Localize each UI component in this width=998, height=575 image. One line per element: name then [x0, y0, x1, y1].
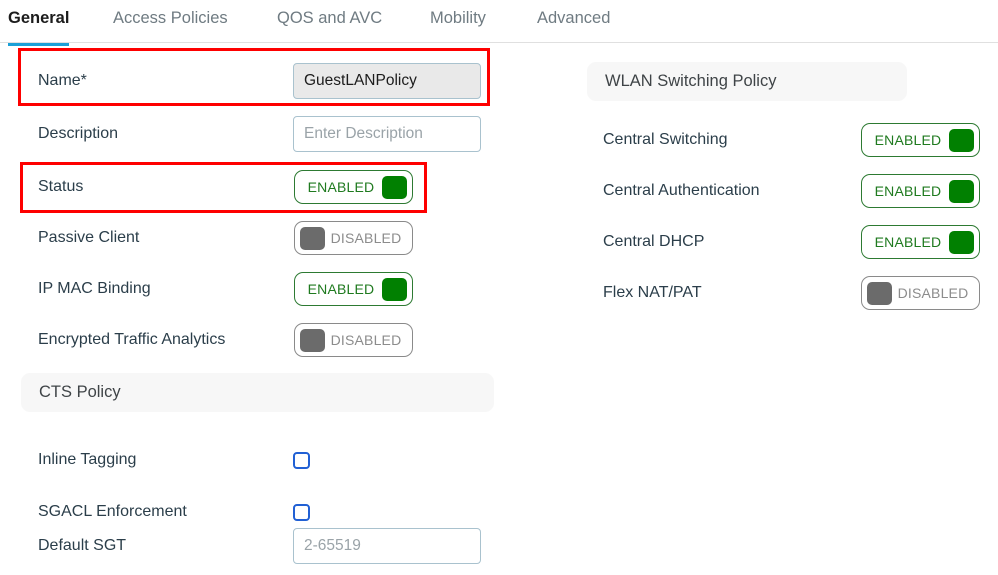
form-row-inline-tagging: Inline Tagging: [38, 435, 438, 485]
tab-access-policies[interactable]: Access Policies: [113, 9, 228, 38]
default-sgt-label: Default SGT: [38, 537, 127, 554]
encrypted-traffic-analytics-toggle-label: DISABLED: [330, 332, 402, 348]
inline-tagging-checkbox-wrap: [293, 451, 310, 469]
form-row-central-dhcp: Central DHCP ENABLED: [603, 217, 993, 267]
central-dhcp-toggle-knob: [949, 230, 974, 254]
sgacl-enforcement-checkbox-wrap: [293, 503, 310, 521]
description-label: Description: [38, 125, 119, 142]
encrypted-traffic-analytics-toggle[interactable]: DISABLED: [294, 323, 413, 357]
flex-nat-pat-toggle[interactable]: DISABLED: [861, 276, 980, 310]
form-row-description: Description: [38, 109, 490, 159]
tab-mobility[interactable]: Mobility: [430, 9, 486, 38]
general-settings-left-column: Name* Description Status ENABLED Passive…: [0, 43, 520, 575]
form-row-default-sgt: Default SGT: [38, 521, 490, 571]
tab-access-policies-label: Access Policies: [113, 9, 228, 27]
tab-qos-and-avc-label: QOS and AVC: [277, 9, 383, 27]
status-toggle-wrap: ENABLED: [294, 170, 413, 204]
central-dhcp-label: Central DHCP: [603, 233, 705, 250]
status-toggle[interactable]: ENABLED: [294, 170, 413, 204]
flex-nat-pat-toggle-wrap: DISABLED: [861, 276, 980, 310]
encrypted-traffic-analytics-toggle-wrap: DISABLED: [294, 323, 413, 357]
description-input-wrap: [293, 116, 481, 152]
form-row-ip-mac-binding: IP MAC Binding ENABLED: [38, 264, 438, 314]
name-input[interactable]: [293, 63, 481, 99]
ip-mac-binding-toggle-knob: [382, 277, 407, 301]
tab-mobility-label: Mobility: [430, 9, 486, 27]
passive-client-label: Passive Client: [38, 229, 140, 246]
sgacl-enforcement-checkbox[interactable]: [293, 503, 310, 521]
tab-general-label: General: [8, 9, 70, 27]
form-row-central-switching: Central Switching ENABLED: [603, 115, 993, 165]
tab-qos-and-avc[interactable]: QOS and AVC: [277, 9, 382, 38]
ip-mac-binding-label: IP MAC Binding: [38, 280, 151, 297]
form-row-status: Status ENABLED: [38, 162, 438, 212]
form-row-flex-nat-pat: Flex NAT/PAT DISABLED: [603, 268, 993, 318]
central-dhcp-toggle-label: ENABLED: [874, 234, 942, 250]
passive-client-toggle[interactable]: DISABLED: [294, 221, 413, 255]
ip-mac-binding-toggle-label: ENABLED: [307, 281, 375, 297]
tab-advanced[interactable]: Advanced: [537, 9, 610, 38]
central-authentication-label: Central Authentication: [603, 182, 760, 199]
inline-tagging-label: Inline Tagging: [38, 451, 137, 468]
ip-mac-binding-toggle[interactable]: ENABLED: [294, 272, 413, 306]
tab-general[interactable]: General: [8, 9, 70, 46]
status-label: Status: [38, 178, 84, 195]
ip-mac-binding-toggle-wrap: ENABLED: [294, 272, 413, 306]
central-dhcp-toggle-wrap: ENABLED: [861, 225, 980, 259]
cts-policy-section-header: CTS Policy: [21, 373, 494, 412]
flex-nat-pat-label: Flex NAT/PAT: [603, 284, 702, 301]
central-switching-label: Central Switching: [603, 131, 728, 148]
flex-nat-pat-toggle-knob: [867, 281, 892, 305]
central-switching-toggle-knob: [949, 128, 974, 152]
central-dhcp-toggle[interactable]: ENABLED: [861, 225, 980, 259]
central-authentication-toggle[interactable]: ENABLED: [861, 174, 980, 208]
central-authentication-toggle-wrap: ENABLED: [861, 174, 980, 208]
passive-client-toggle-wrap: DISABLED: [294, 221, 413, 255]
wlan-switching-policy-right-column: WLAN Switching Policy Central Switching …: [580, 43, 998, 575]
form-row-central-authentication: Central Authentication ENABLED: [603, 166, 993, 216]
tab-advanced-label: Advanced: [537, 9, 611, 27]
status-toggle-knob: [382, 175, 407, 199]
passive-client-toggle-knob: [300, 226, 325, 250]
central-authentication-toggle-label: ENABLED: [874, 183, 942, 199]
wlan-switching-policy-section-title: WLAN Switching Policy: [605, 72, 777, 90]
wlan-switching-policy-section-header: WLAN Switching Policy: [587, 62, 907, 101]
form-row-encrypted-traffic-analytics: Encrypted Traffic Analytics DISABLED: [38, 315, 438, 365]
central-authentication-toggle-knob: [949, 179, 974, 203]
encrypted-traffic-analytics-toggle-knob: [300, 328, 325, 352]
tab-bar: General Access Policies QOS and AVC Mobi…: [0, 0, 998, 46]
central-switching-toggle[interactable]: ENABLED: [861, 123, 980, 157]
flex-nat-pat-toggle-label: DISABLED: [897, 285, 969, 301]
status-toggle-label: ENABLED: [307, 179, 375, 195]
central-switching-toggle-label: ENABLED: [874, 132, 942, 148]
form-row-name: Name*: [38, 56, 490, 106]
sgacl-enforcement-label: SGACL Enforcement: [38, 503, 187, 520]
cts-policy-section-title: CTS Policy: [39, 383, 121, 401]
central-switching-toggle-wrap: ENABLED: [861, 123, 980, 157]
passive-client-toggle-label: DISABLED: [330, 230, 402, 246]
default-sgt-input-wrap: [293, 528, 481, 564]
name-input-wrap: [293, 63, 481, 99]
description-input[interactable]: [293, 116, 481, 152]
inline-tagging-checkbox[interactable]: [293, 451, 310, 469]
form-row-passive-client: Passive Client DISABLED: [38, 213, 438, 263]
name-label: Name*: [38, 72, 87, 89]
encrypted-traffic-analytics-label: Encrypted Traffic Analytics: [38, 331, 226, 348]
default-sgt-input[interactable]: [293, 528, 481, 564]
